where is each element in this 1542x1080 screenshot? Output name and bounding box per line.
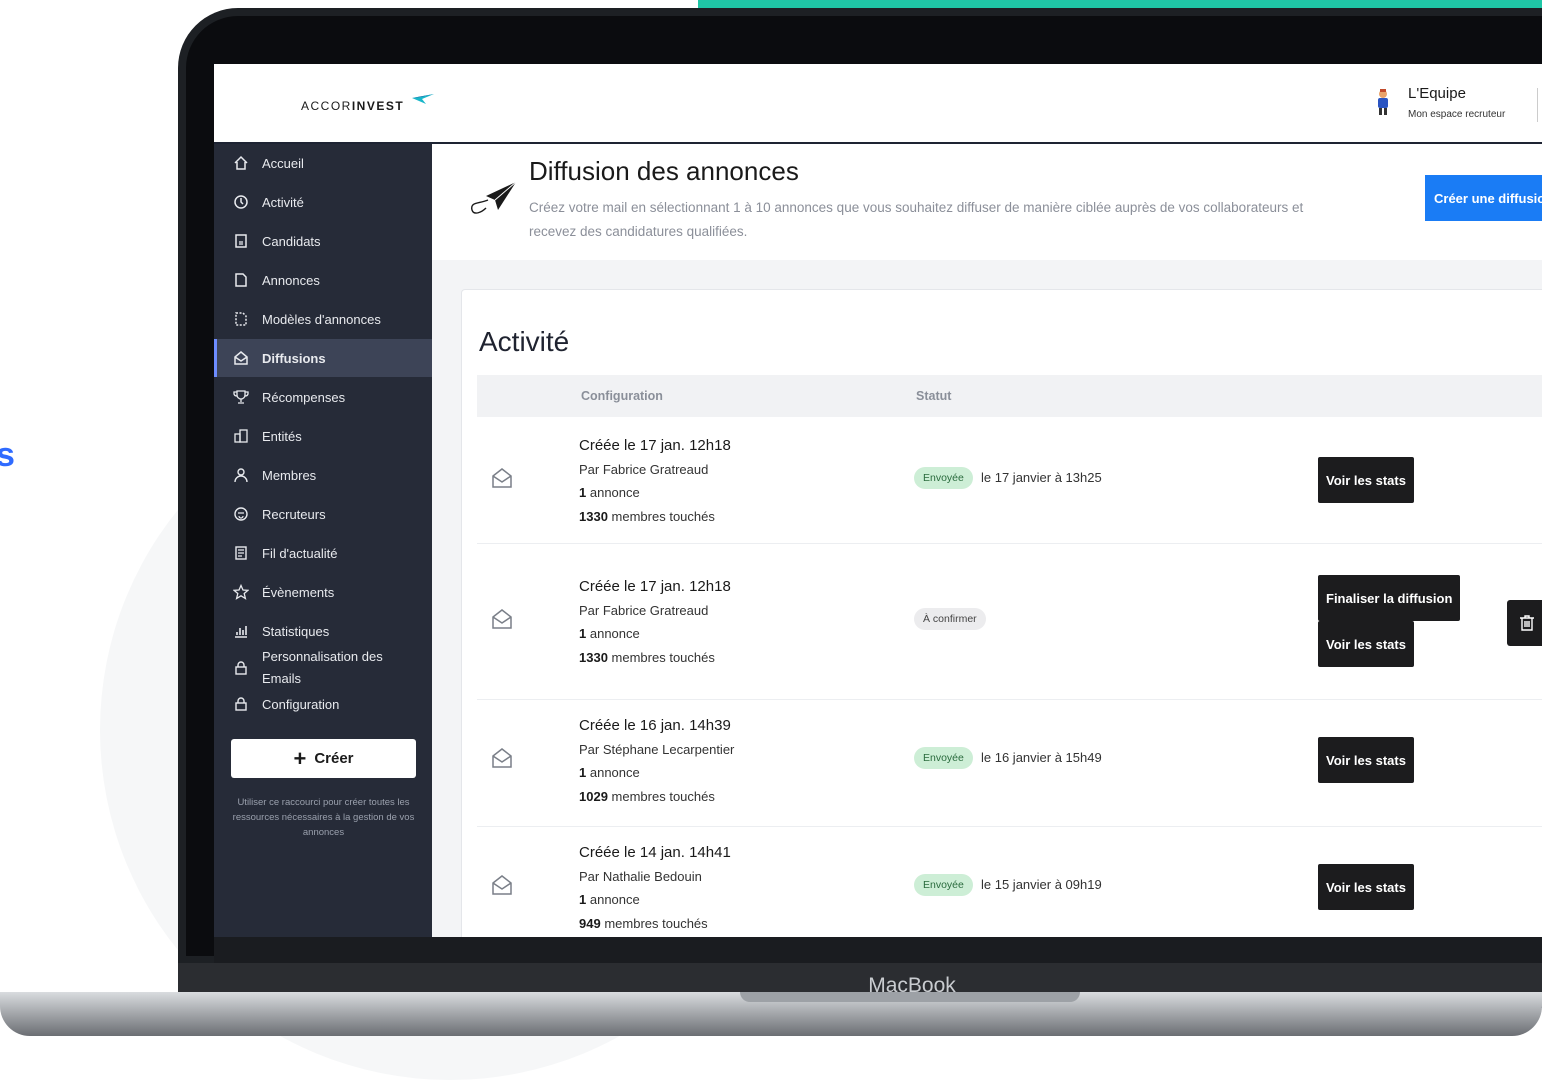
template-icon [232,310,250,328]
sidebar: Accueil Activité Candidats Annonces Modè… [214,144,432,937]
activity-title: Activité [479,326,570,357]
row-members: 1330 membres touchés [579,650,715,665]
page-title: Diffusion des annonces [529,156,799,186]
row-count: 1 annonce [579,626,640,641]
user-icon [232,466,250,484]
sidebar-item-annonces[interactable]: Annonces [214,261,432,299]
row-count: 1 annonce [579,765,640,780]
status-detail: le 16 janvier à 15h49 [981,750,1102,765]
cropped-heading-fragment: s [0,436,15,474]
sidebar-item-modeles[interactable]: Modèles d'annonces [214,300,432,338]
paper-plane-icon [471,182,517,214]
status-badge: Envoyée [914,747,973,769]
sidebar-item-accueil[interactable]: Accueil [214,144,432,182]
table-row: Créée le 17 jan. 12h18 Par Fabrice Gratr… [477,544,1542,700]
status-detail: le 17 janvier à 13h25 [981,470,1102,485]
diffusion-icon [232,349,250,367]
row-members: 949 membres touchés [579,916,708,931]
document-icon [232,271,250,289]
diffusion-icon [492,609,512,629]
sidebar-item-fil[interactable]: Fil d'actualité [214,534,432,572]
page-header: Diffusion des annonces Créez votre mail … [432,144,1542,260]
row-count: 1 annonce [579,485,640,500]
activity-icon [232,193,250,211]
user-name[interactable]: L'Equipe [1408,85,1466,102]
sidebar-item-entites[interactable]: Entités [214,417,432,455]
sidebar-item-recompenses[interactable]: Récompenses [214,378,432,416]
topbar-divider [1537,88,1538,122]
status-badge: Envoyée [914,467,973,489]
diffusion-icon [492,748,512,768]
view-stats-button[interactable]: Voir les stats [1318,621,1414,667]
row-author: Par Stéphane Lecarpentier [579,742,735,757]
page-description: Créez votre mail en sélectionnant 1 à 10… [529,200,1304,239]
sidebar-item-configuration[interactable]: Configuration [214,685,432,723]
delete-button[interactable] [1507,600,1542,646]
status-badge: À confirmer [914,608,986,630]
sidebar-item-candidats[interactable]: Candidats [214,222,432,260]
create-button[interactable]: + Créer [231,739,416,778]
star-icon [232,583,250,601]
column-configuration: Configuration [581,389,663,403]
table-row: Créée le 17 jan. 12h18 Par Fabrice Gratr… [477,417,1542,544]
candidates-icon [232,232,250,250]
laptop-notch [740,992,1080,1002]
row-created: Créée le 17 jan. 12h18 [579,437,731,454]
row-created: Créée le 16 jan. 14h39 [579,717,731,734]
create-help-text: Utiliser ce raccourci pour créer toutes … [232,797,415,838]
row-created: Créée le 17 jan. 12h18 [579,578,731,595]
row-author: Par Nathalie Bedouin [579,869,702,884]
view-stats-button[interactable]: Voir les stats [1318,737,1414,783]
plus-icon: + [293,745,307,771]
create-diffusion-button[interactable]: Créer une diffusion [1425,175,1542,221]
diffusion-icon [492,468,512,488]
view-stats-button[interactable]: Voir les stats [1318,864,1414,910]
row-author: Par Fabrice Gratreaud [579,462,709,477]
top-bar: ACCORINVEST L'Equipe Mon espace recruteu… [214,64,1542,144]
news-icon [232,544,250,562]
lock-icon [232,695,250,713]
app-screen: ACCORINVEST L'Equipe Mon espace recruteu… [214,64,1542,937]
diffusion-icon [492,875,512,895]
column-statut: Statut [916,389,952,403]
recruiter-icon [232,505,250,523]
app-logo[interactable]: ACCORINVEST [301,99,404,113]
stats-icon [232,622,250,640]
sidebar-item-evenements[interactable]: Évènements [214,573,432,611]
activity-card: Activité Configuration Statut Créée le 1… [461,289,1542,937]
view-stats-button[interactable]: Voir les stats [1318,457,1414,503]
sidebar-item-recruteurs[interactable]: Recruteurs [214,495,432,533]
sidebar-item-diffusions[interactable]: Diffusions [214,339,432,377]
bezel-bottom [214,937,1542,963]
table-row: Créée le 16 jan. 14h39 Par Stéphane Leca… [477,700,1542,827]
table-header: Configuration Statut [477,375,1542,417]
user-avatar-icon[interactable] [1376,88,1390,116]
logo-arrow-icon [412,94,434,104]
lock-icon [232,659,250,677]
building-icon [232,427,250,445]
user-subtitle: Mon espace recruteur [1408,109,1506,120]
finalize-diffusion-button[interactable]: Finaliser la diffusion [1318,575,1461,621]
row-members: 1330 membres touchés [579,509,715,524]
row-count: 1 annonce [579,892,640,907]
trophy-icon [232,388,250,406]
sidebar-item-activite[interactable]: Activité [214,183,432,221]
status-detail: le 15 janvier à 09h19 [981,877,1102,892]
sidebar-item-membres[interactable]: Membres [214,456,432,494]
trash-icon [1520,615,1534,631]
row-created: Créée le 14 jan. 14h41 [579,844,731,861]
table-row: Créée le 14 jan. 14h41 Par Nathalie Bedo… [477,827,1542,937]
row-members: 1029 membres touchés [579,789,715,804]
status-badge: Envoyée [914,874,973,896]
home-icon [232,154,250,172]
row-author: Par Fabrice Gratreaud [579,603,709,618]
